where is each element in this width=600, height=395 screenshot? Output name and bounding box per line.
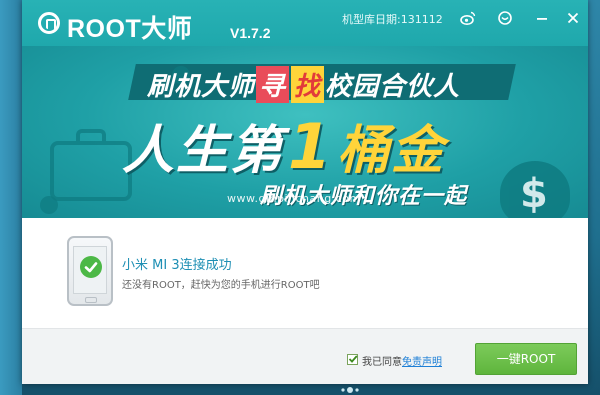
money-bag-icon: $ (500, 161, 570, 218)
weibo-icon (460, 11, 476, 25)
checkmark-icon (348, 355, 358, 363)
phone-screen (73, 246, 107, 294)
root-master-window: ROOT大师 V1.7.2 机型库日期:131112 $ 刷机大师 寻 找 校园… (22, 0, 588, 384)
coin-icon (40, 196, 58, 214)
title-bar[interactable]: ROOT大师 V1.7.2 机型库日期:131112 (22, 0, 588, 46)
dollar-sign: $ (520, 171, 548, 217)
device-connection-status: 小米 MI 3连接成功 (122, 258, 232, 273)
desktop-edge (0, 0, 22, 395)
disclaimer-link[interactable]: 免责声明 (402, 357, 442, 368)
feedback-icon (498, 11, 512, 25)
database-date-label: 机型库日期:131112 (342, 13, 443, 26)
footer-bar: 我已同意免责声明 一键ROOT (22, 328, 588, 384)
briefcase-icon (50, 129, 132, 201)
watermark-text: www.qinpinchang.com (227, 192, 361, 205)
check-icon (80, 256, 102, 278)
app-logo-icon (38, 12, 60, 34)
bottom-dots-icon (341, 387, 359, 393)
minimize-button[interactable] (532, 8, 552, 28)
promo-banner[interactable]: $ 刷机大师寻找校园合伙人 人生第1桶金 刷机大师和你在一起 www.qinpi… (22, 46, 588, 218)
banner-highlight-yellow: 找 (291, 66, 325, 103)
device-panel: 小米 MI 3连接成功 还没有ROOT，赶快为您的手机进行ROOT吧 (22, 218, 588, 328)
feedback-button[interactable] (495, 8, 515, 28)
close-icon (567, 12, 579, 24)
app-version: V1.7.2 (230, 25, 271, 41)
weibo-button[interactable] (458, 8, 478, 28)
banner-slogan-number: 1 (288, 110, 334, 183)
close-button[interactable] (563, 8, 583, 28)
banner-slogan-suffix: 桶金 (337, 121, 446, 181)
root-hint-text: 还没有ROOT，赶快为您的手机进行ROOT吧 (122, 280, 320, 291)
banner-headline-prefix: 刷机大师 (147, 72, 256, 102)
phone-icon (67, 236, 113, 306)
minimize-icon (537, 18, 547, 20)
banner-headline-suffix: 校园合伙人 (325, 72, 461, 102)
app-title: ROOT大师 (67, 15, 193, 43)
agree-text: 我已同意 (362, 357, 402, 368)
agree-label: 我已同意免责声明 (362, 353, 442, 368)
banner-headline: 刷机大师寻找校园合伙人 (147, 66, 460, 103)
phone-home-button (85, 297, 97, 303)
banner-slogan: 人生第1桶金 (122, 108, 445, 183)
agree-checkbox[interactable] (347, 354, 358, 365)
banner-slogan-prefix: 人生第 (122, 121, 285, 181)
banner-highlight-red: 寻 (256, 66, 290, 103)
one-click-root-button[interactable]: 一键ROOT (475, 343, 577, 375)
